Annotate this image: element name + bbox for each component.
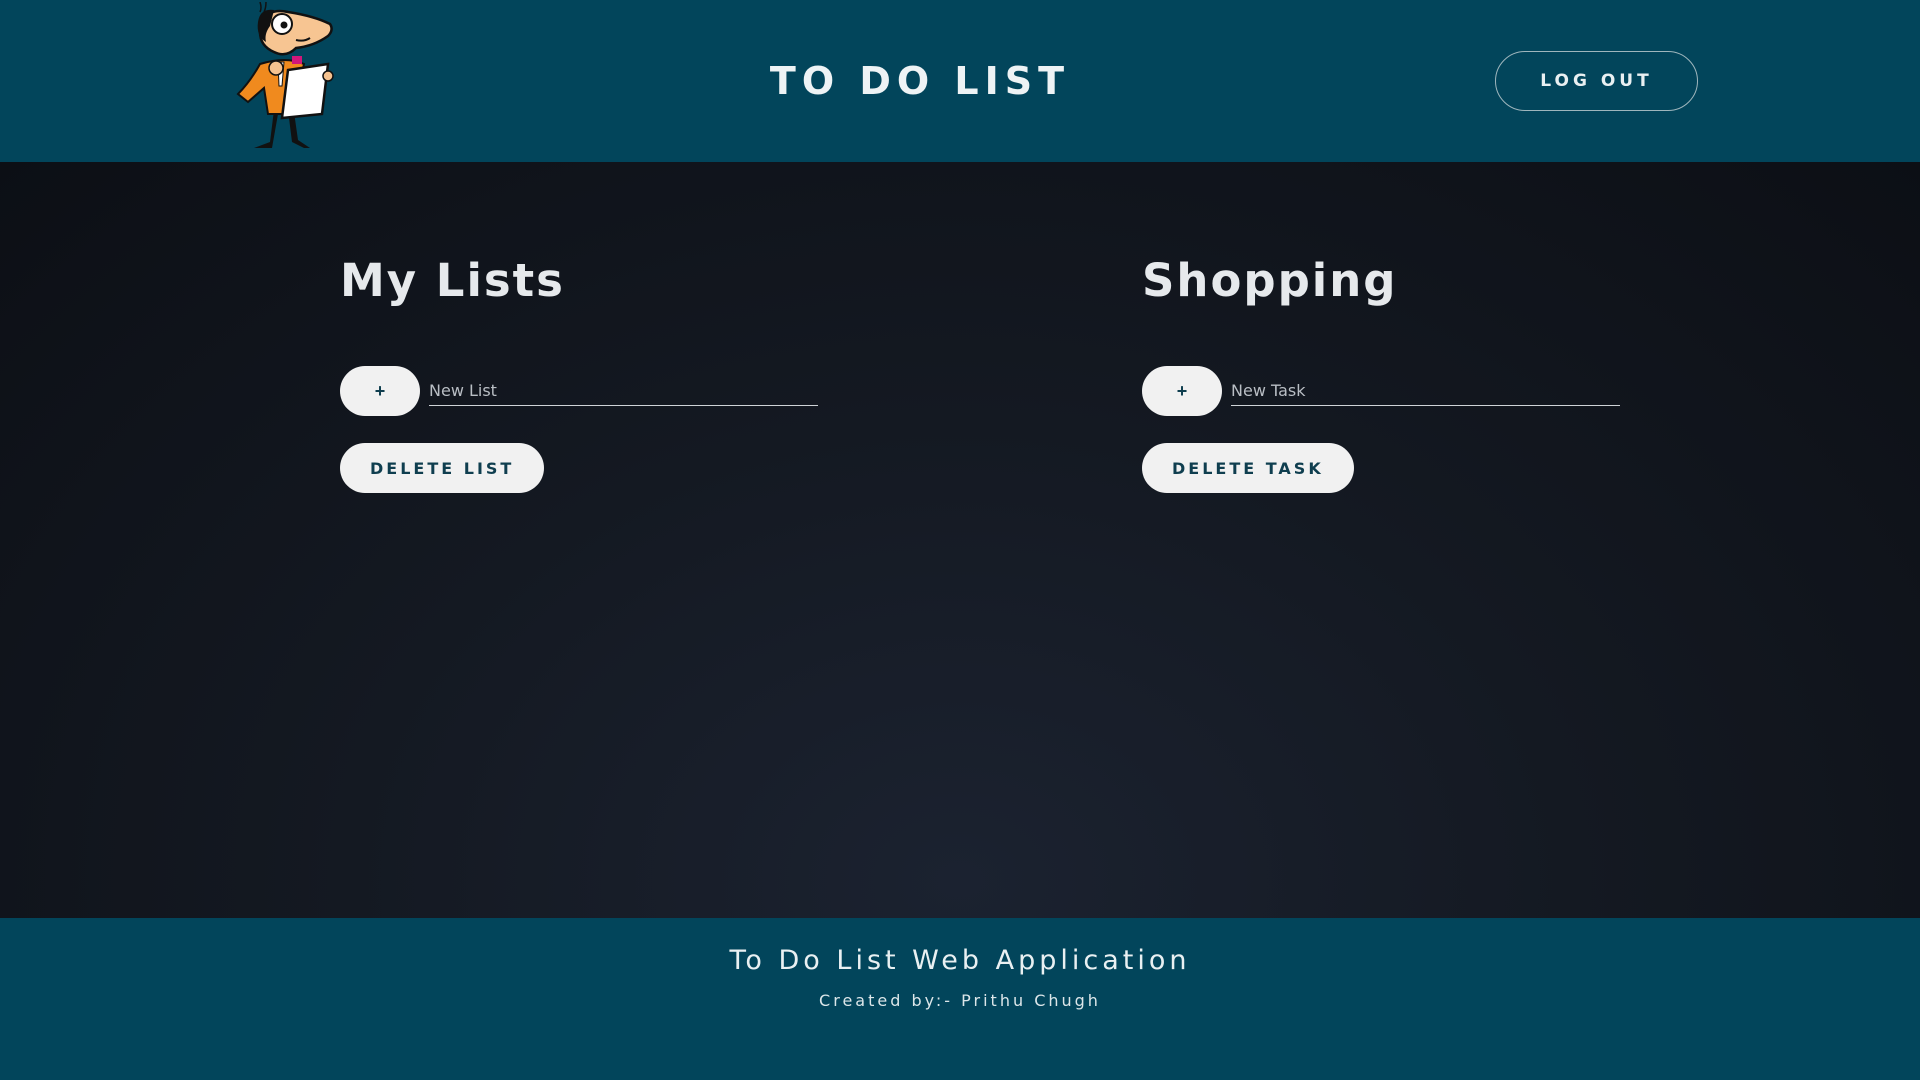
lists-panel: My Lists + DELETE LIST — [340, 162, 860, 562]
app-header: TO DO LIST LOG OUT — [0, 0, 1920, 162]
new-list-input[interactable] — [429, 376, 818, 406]
main-content: My Lists + DELETE LIST Shopping + DELETE… — [0, 162, 1920, 918]
new-task-input[interactable] — [1231, 376, 1620, 406]
lists-panel-title: My Lists — [340, 254, 565, 307]
add-list-button[interactable]: + — [340, 366, 420, 416]
add-task-button[interactable]: + — [1142, 366, 1222, 416]
footer-title: To Do List Web Application — [729, 945, 1191, 976]
footer-credit: Created by:- Prithu Chugh — [819, 991, 1101, 1010]
tasks-panel: Shopping + DELETE TASK — [1142, 162, 1662, 562]
app-footer: To Do List Web Application Created by:- … — [0, 918, 1920, 1080]
logout-button[interactable]: LOG OUT — [1495, 51, 1698, 111]
delete-task-button[interactable]: DELETE TASK — [1142, 443, 1354, 493]
delete-list-button[interactable]: DELETE LIST — [340, 443, 545, 493]
tasks-panel-title: Shopping — [1142, 254, 1398, 307]
